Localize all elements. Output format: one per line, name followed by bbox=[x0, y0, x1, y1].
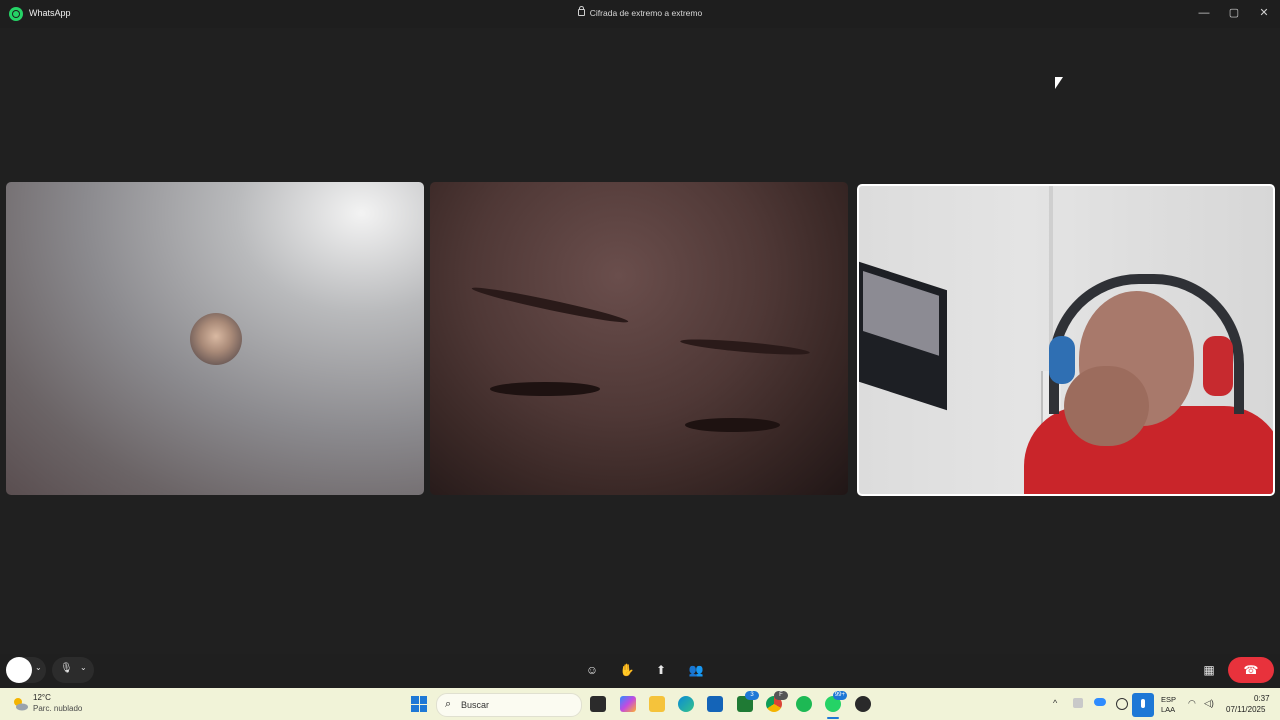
onedrive-icon[interactable] bbox=[1094, 698, 1106, 706]
copilot-icon[interactable] bbox=[620, 696, 636, 712]
windows-start-icon[interactable] bbox=[411, 696, 427, 712]
participant-avatar bbox=[190, 313, 242, 365]
end-call-button[interactable]: ☎ bbox=[1228, 657, 1274, 683]
participant-tile-1[interactable] bbox=[6, 182, 424, 495]
mouse-cursor-icon bbox=[1055, 77, 1063, 89]
video-feed-detail bbox=[470, 283, 630, 327]
encryption-notice: Cifrada de extremo a extremo bbox=[0, 6, 1280, 18]
sync-icon[interactable] bbox=[1116, 698, 1128, 710]
participants-icon[interactable]: 👥 bbox=[688, 662, 704, 678]
lock-icon bbox=[577, 6, 585, 16]
video-feed-detail bbox=[1203, 336, 1233, 396]
edge-icon[interactable] bbox=[678, 696, 694, 712]
notification-badge: 3 bbox=[745, 691, 759, 700]
tray-app-icon[interactable] bbox=[1073, 698, 1083, 708]
clock-time[interactable]: 0:37 bbox=[1254, 694, 1270, 703]
volume-icon[interactable]: ◁) bbox=[1204, 698, 1214, 709]
layout-icon[interactable]: ▦ bbox=[1201, 662, 1217, 678]
search-icon: ⌕ bbox=[445, 698, 452, 710]
participant-tile-3-active[interactable] bbox=[857, 184, 1275, 496]
spotify-icon[interactable] bbox=[796, 696, 812, 712]
microphone-in-use-icon[interactable] bbox=[1132, 693, 1154, 717]
profile-badge: F bbox=[774, 691, 788, 700]
whatsapp-icon[interactable]: 99+ bbox=[825, 691, 847, 712]
video-feed-detail bbox=[490, 382, 600, 396]
taskbar-search[interactable]: ⌕ Buscar bbox=[436, 693, 582, 717]
maximize-button[interactable]: ▢ bbox=[1224, 4, 1244, 22]
input-layout[interactable]: LAA bbox=[1161, 705, 1175, 714]
weather-temperature[interactable]: 12°C bbox=[33, 693, 51, 702]
show-hidden-icons-chevron[interactable]: ^ bbox=[1053, 698, 1057, 708]
chevron-down-icon[interactable]: ⌄ bbox=[80, 663, 87, 672]
windows-taskbar: 12°C Parc. nublado ⌕ Buscar 3 F 99+ ^ ES… bbox=[0, 688, 1280, 720]
share-screen-icon[interactable]: ⬆ bbox=[653, 662, 669, 678]
weather-icon[interactable] bbox=[12, 696, 28, 712]
chevron-down-icon[interactable]: ⌄ bbox=[35, 663, 42, 672]
video-feed-detail bbox=[679, 336, 811, 358]
video-feed-detail bbox=[859, 261, 947, 411]
minimize-button[interactable]: — bbox=[1194, 4, 1214, 22]
camera-icon bbox=[6, 657, 32, 683]
notification-badge: 99+ bbox=[832, 691, 847, 700]
reaction-icon[interactable]: ☺ bbox=[584, 662, 600, 678]
microphone-toggle[interactable]: 🎙 ⌄ bbox=[52, 657, 94, 683]
store-icon[interactable] bbox=[707, 696, 723, 712]
xbox-icon[interactable]: 3 bbox=[737, 691, 759, 712]
task-view-icon[interactable] bbox=[590, 696, 606, 712]
camera-toggle[interactable]: ⌄ bbox=[6, 657, 46, 683]
clock-date[interactable]: 07/11/2025 bbox=[1226, 705, 1265, 714]
close-button[interactable]: ✕ bbox=[1254, 4, 1274, 22]
video-feed-detail bbox=[685, 418, 780, 432]
microphone-icon: 🎙 bbox=[60, 663, 73, 674]
title-bar: WhatsApp Cifrada de extremo a extremo — … bbox=[0, 0, 1280, 28]
end-call-icon: ☎ bbox=[1243, 663, 1259, 677]
obs-icon[interactable] bbox=[855, 696, 871, 712]
weather-description[interactable]: Parc. nublado bbox=[33, 704, 82, 713]
file-explorer-icon[interactable] bbox=[649, 696, 665, 712]
search-label: Buscar bbox=[461, 700, 490, 710]
video-feed-detail bbox=[1064, 366, 1149, 446]
raise-hand-icon[interactable]: ✋ bbox=[619, 662, 635, 678]
wifi-icon[interactable]: ◠ bbox=[1188, 698, 1196, 709]
participant-tile-2[interactable] bbox=[430, 182, 848, 495]
active-app-indicator bbox=[827, 717, 839, 719]
input-language[interactable]: ESP bbox=[1161, 695, 1176, 704]
encryption-text: Cifrada de extremo a extremo bbox=[589, 8, 703, 18]
chrome-icon[interactable]: F bbox=[766, 691, 788, 712]
video-feed-detail bbox=[1049, 336, 1075, 384]
call-controls-bar: ⌄ 🎙 ⌄ ☺ ✋ ⬆ 👥 ▦ ☎ bbox=[0, 654, 1280, 688]
